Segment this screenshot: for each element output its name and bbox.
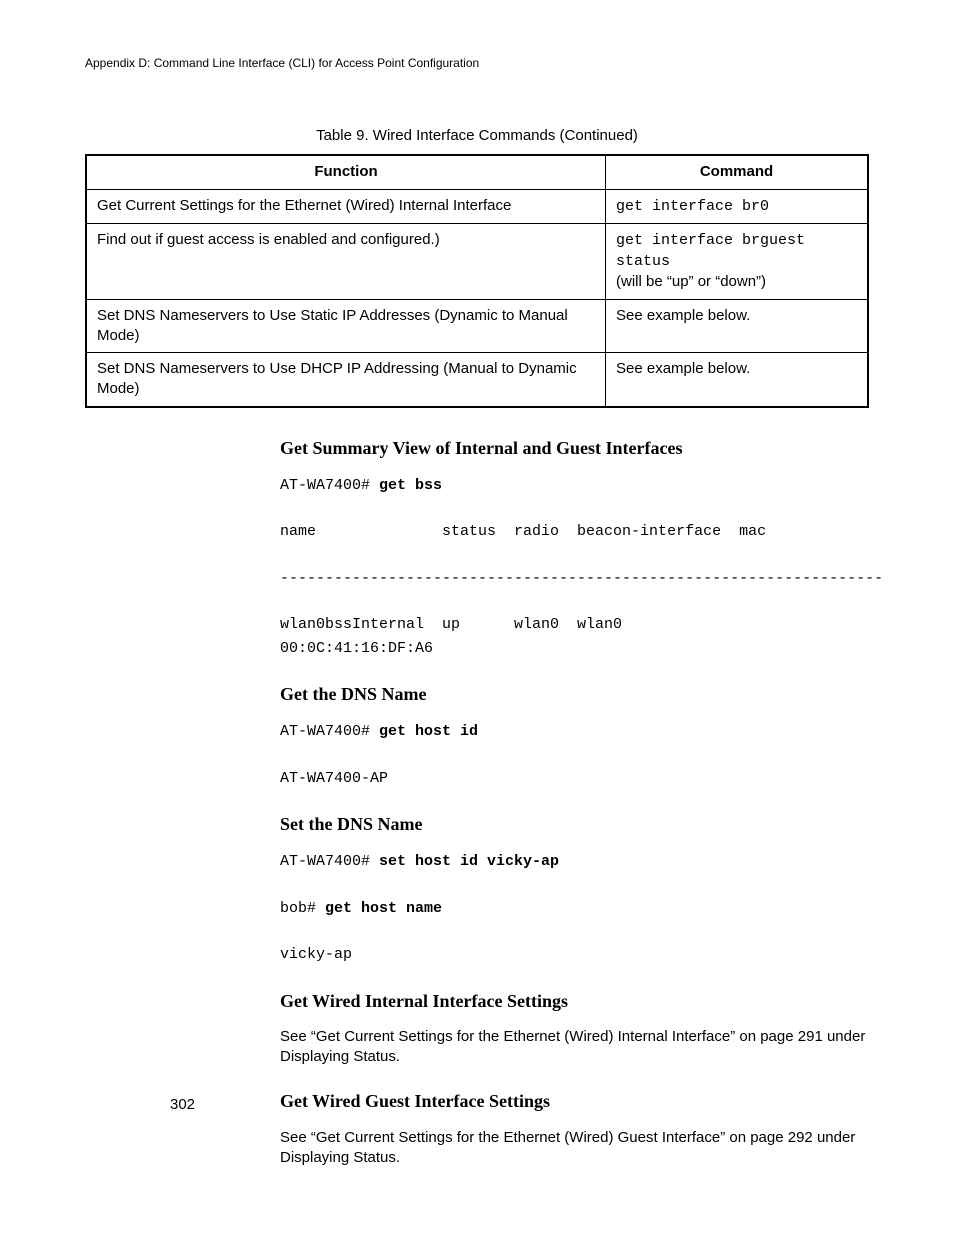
table-row: Set DNS Nameservers to Use DHCP IP Addre…: [86, 353, 868, 407]
cli-command: get bss: [379, 477, 442, 494]
cli-command: get host id: [379, 723, 478, 740]
section-heading: Get Wired Guest Interface Settings: [280, 1089, 869, 1113]
cell-function: Find out if guest access is enabled and …: [86, 223, 606, 299]
cell-command-note: See example below.: [616, 307, 750, 324]
body-text: See “Get Current Settings for the Ethern…: [280, 1027, 869, 1068]
section-heading: Get Summary View of Internal and Guest I…: [280, 436, 869, 460]
cli-command: set host id vicky-ap: [379, 853, 559, 870]
main-content: Get Summary View of Internal and Guest I…: [280, 436, 869, 1168]
code-block: AT-WA7400# get bss name status radio bea…: [280, 474, 869, 660]
cell-command-note: See example below.: [616, 360, 750, 377]
cli-output: AT-WA7400-AP: [280, 770, 388, 787]
section-heading: Get Wired Internal Interface Settings: [280, 989, 869, 1013]
cli-output: vicky-ap: [280, 946, 352, 963]
cell-command: See example below.: [606, 353, 868, 407]
body-text: See “Get Current Settings for the Ethern…: [280, 1128, 869, 1169]
cell-command-code: get interface br0: [616, 198, 769, 215]
cell-function: Get Current Settings for the Ethernet (W…: [86, 189, 606, 223]
cell-command-note: (will be “up” or “down”): [616, 273, 766, 290]
cli-prompt: AT-WA7400#: [280, 477, 379, 494]
cell-function: Set DNS Nameservers to Use DHCP IP Addre…: [86, 353, 606, 407]
table-row: Set DNS Nameservers to Use Static IP Add…: [86, 299, 868, 353]
cli-output: name status radio beacon-interface mac: [280, 523, 766, 540]
cli-output: wlan0bssInternal up wlan0 wlan0 00:0C:41…: [280, 616, 739, 656]
cli-prompt: AT-WA7400#: [280, 723, 379, 740]
table-row: Get Current Settings for the Ethernet (W…: [86, 189, 868, 223]
col-header-function: Function: [86, 155, 606, 189]
running-header: Appendix D: Command Line Interface (CLI)…: [85, 55, 869, 71]
commands-table: Function Command Get Current Settings fo…: [85, 154, 869, 407]
cli-prompt: bob#: [280, 900, 325, 917]
code-block: AT-WA7400# set host id vicky-ap bob# get…: [280, 850, 869, 966]
table-caption: Table 9. Wired Interface Commands (Conti…: [85, 126, 869, 146]
cli-separator: ----------------------------------------…: [280, 570, 883, 587]
code-block: AT-WA7400# get host id AT-WA7400-AP: [280, 720, 869, 790]
cell-command: get interface brguest status (will be “u…: [606, 223, 868, 299]
section-heading: Set the DNS Name: [280, 812, 869, 836]
cli-command: get host name: [325, 900, 442, 917]
page-number: 302: [170, 1095, 195, 1115]
cell-command: See example below.: [606, 299, 868, 353]
section-heading: Get the DNS Name: [280, 682, 869, 706]
cell-command: get interface br0: [606, 189, 868, 223]
table-row: Find out if guest access is enabled and …: [86, 223, 868, 299]
cell-function: Set DNS Nameservers to Use Static IP Add…: [86, 299, 606, 353]
cell-command-code: get interface brguest status: [616, 232, 814, 270]
col-header-command: Command: [606, 155, 868, 189]
cli-prompt: AT-WA7400#: [280, 853, 379, 870]
